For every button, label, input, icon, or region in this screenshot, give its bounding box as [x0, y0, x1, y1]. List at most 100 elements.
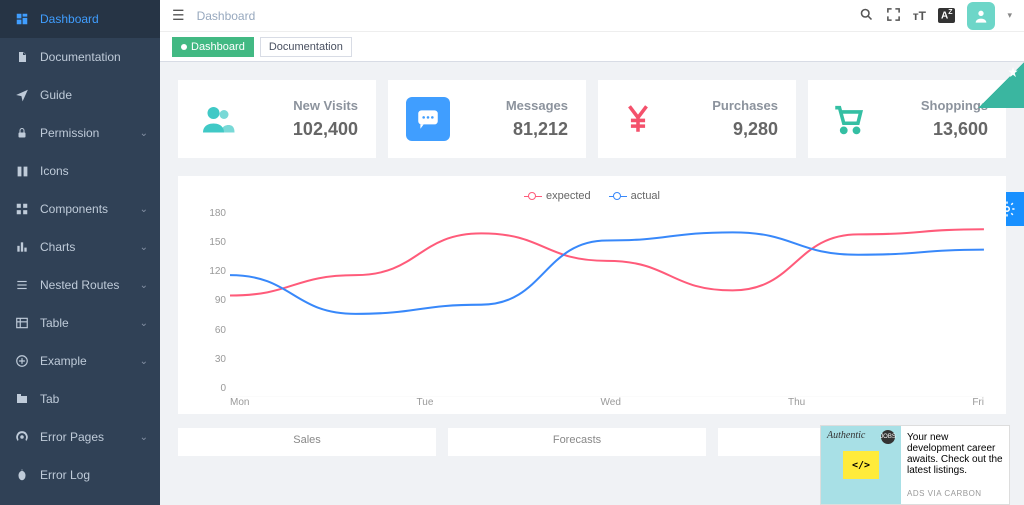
breadcrumb: Dashboard	[197, 9, 256, 23]
panel-label: New Visits	[293, 98, 358, 113]
x-tick: Tue	[417, 397, 434, 408]
panel-purchases[interactable]: Purchases 9,280	[598, 80, 796, 158]
y-tick: 180	[200, 208, 226, 219]
y-tick: 150	[200, 237, 226, 248]
nested-icon	[14, 278, 30, 292]
y-axis-labels: 1801501209060300	[200, 208, 226, 394]
hamburger-icon[interactable]: ☰	[172, 7, 185, 24]
chart-series-line	[230, 229, 984, 295]
language-icon[interactable]: AZ	[938, 8, 956, 22]
sidebar-item-label: Dashboard	[40, 12, 99, 26]
bug-icon	[14, 468, 30, 482]
sidebar-item-charts[interactable]: Charts ⌄	[0, 228, 160, 266]
sidebar-item-label: Components	[40, 202, 108, 216]
tab-dashboard[interactable]: Dashboard	[172, 37, 254, 57]
chevron-down-icon: ⌄	[140, 242, 148, 253]
chart-area: 1801501209060300 MonTueWedThuFri	[200, 208, 984, 408]
sidebar-item-label: Documentation	[40, 50, 121, 64]
chevron-down-icon: ⌄	[140, 280, 148, 291]
legend-item-expected[interactable]: expected	[524, 190, 591, 202]
tab-icon	[14, 393, 30, 405]
chart-series-line	[230, 232, 984, 314]
sidebar-item-documentation[interactable]: Documentation	[0, 38, 160, 76]
x-tick: Mon	[230, 397, 249, 408]
panel-visits[interactable]: New Visits 102,400	[178, 80, 376, 158]
panel-label: Messages	[506, 98, 568, 113]
guide-icon	[14, 88, 30, 102]
legend-item-actual[interactable]: actual	[609, 190, 660, 202]
corner-badge[interactable]	[978, 62, 1024, 108]
mini-chart-1[interactable]: Forecasts	[448, 428, 706, 456]
caret-down-icon[interactable]: ▾	[1007, 10, 1012, 21]
icons-icon	[14, 165, 30, 178]
chart-icon	[14, 240, 30, 254]
chevron-down-icon: ⌄	[140, 128, 148, 139]
y-tick: 90	[200, 295, 226, 306]
stats-panel-row: New Visits 102,400 Messages 81,212 Purchases…	[178, 80, 1006, 158]
lock-icon	[14, 126, 30, 140]
sidebar-item-tab[interactable]: Tab	[0, 380, 160, 418]
x-tick: Fri	[972, 397, 984, 408]
message-icon	[406, 97, 450, 141]
cart-icon	[826, 97, 870, 141]
ad-via: ADS VIA CARBON	[907, 489, 1003, 498]
chart-legend: expected actual	[200, 190, 984, 202]
search-icon[interactable]	[859, 7, 874, 25]
mini-chart-0[interactable]: Sales	[178, 428, 436, 456]
component-icon	[14, 202, 30, 216]
fullscreen-icon[interactable]	[886, 7, 901, 25]
sidebar-item-label: Permission	[40, 126, 99, 140]
sidebar-item-table[interactable]: Table⌄	[0, 304, 160, 342]
chevron-down-icon: ⌄	[140, 356, 148, 367]
y-tick: 60	[200, 325, 226, 336]
dashboard-icon	[14, 12, 30, 26]
panel-value: 9,280	[733, 119, 778, 140]
tab-documentation[interactable]: Documentation	[260, 37, 352, 57]
sidebar-item-label: Nested Routes	[40, 278, 119, 292]
sidebar-item-label: Error Log	[40, 468, 90, 482]
main: ☰ Dashboard тT AZ ▾ Dashboard Documentati…	[160, 0, 1024, 505]
ad-code-icon: </>	[843, 451, 879, 479]
sidebar-item-error-log[interactable]: Error Log	[0, 456, 160, 494]
sidebar-item-dashboard[interactable]: Dashboard	[0, 0, 160, 38]
x-tick: Thu	[788, 397, 805, 408]
topbar-right: тT AZ ▾	[859, 2, 1012, 30]
y-tick: 0	[200, 383, 226, 394]
sidebar-item-label: Example	[40, 354, 87, 368]
error-icon	[14, 430, 30, 444]
panel-value: 102,400	[293, 119, 358, 140]
x-tick: Wed	[601, 397, 621, 408]
panel-label: Purchases	[712, 98, 778, 113]
people-icon	[196, 97, 240, 141]
sidebar-item-permission[interactable]: Permission ⌄	[0, 114, 160, 152]
ad-image: Authentic JOBS </>	[821, 426, 901, 504]
doc-icon	[14, 50, 30, 64]
example-icon	[14, 354, 30, 368]
sidebar-item-nested-routes[interactable]: Nested Routes ⌄	[0, 266, 160, 304]
sidebar-item-guide[interactable]: Guide	[0, 76, 160, 114]
sidebar-item-label: Icons	[40, 164, 69, 178]
sidebar-item-label: Guide	[40, 88, 72, 102]
panel-messages[interactable]: Messages 81,212	[388, 80, 586, 158]
sidebar-item-example[interactable]: Example ⌄	[0, 342, 160, 380]
ad-card[interactable]: Authentic JOBS </> Your new development …	[820, 425, 1010, 505]
sidebar-item-icons[interactable]: Icons	[0, 152, 160, 190]
sidebar-item-label: Charts	[40, 240, 75, 254]
fontsize-icon[interactable]: тT	[913, 9, 926, 23]
yen-icon	[616, 97, 660, 141]
panel-value: 81,212	[513, 119, 568, 140]
y-tick: 120	[200, 266, 226, 277]
content: New Visits 102,400 Messages 81,212 Purchases…	[160, 62, 1024, 505]
chevron-down-icon: ⌄	[140, 204, 148, 215]
chart-plot	[230, 214, 984, 397]
sidebar-item-components[interactable]: Components ⌄	[0, 190, 160, 228]
sidebar-item-label: Tab	[40, 392, 59, 406]
sidebar-item-label: Error Pages	[40, 430, 104, 444]
panel-shoppings[interactable]: Shoppings13,600	[808, 80, 1006, 158]
sidebar-item-error-pages[interactable]: Error Pages⌄	[0, 418, 160, 456]
tabs-bar: Dashboard Documentation	[160, 32, 1024, 62]
x-axis-labels: Mon Tue Wed Thu Fri	[230, 397, 984, 408]
chevron-down-icon: ⌄	[140, 318, 148, 329]
ad-copy: Your new development career awaits. Chec…	[907, 432, 1003, 476]
avatar[interactable]	[967, 2, 995, 30]
